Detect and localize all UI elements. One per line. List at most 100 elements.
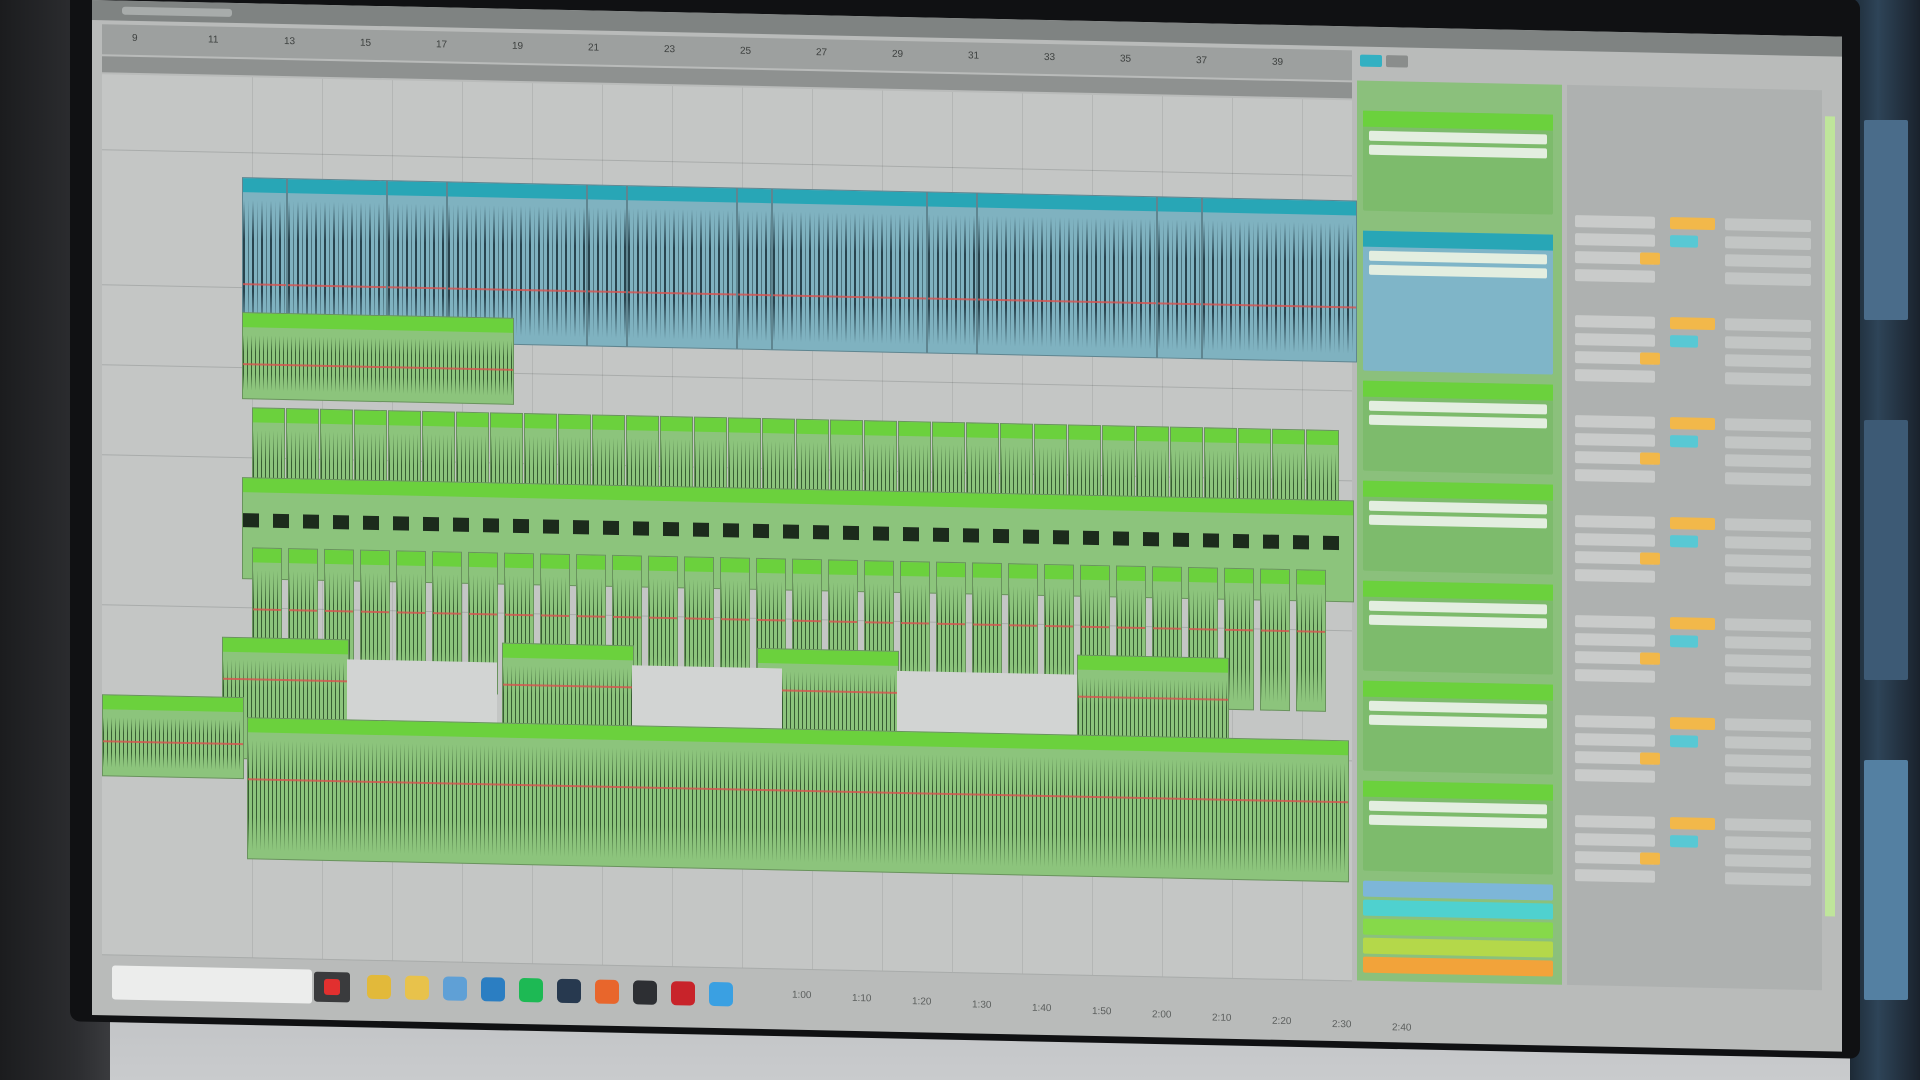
volume-field[interactable] <box>1725 572 1811 587</box>
mixer-control-row[interactable] <box>1575 333 1811 352</box>
mixer-control-row[interactable] <box>1575 451 1811 470</box>
send-knob-field[interactable] <box>1575 615 1655 629</box>
return-track-header[interactable] <box>1363 899 1553 920</box>
spotify-icon[interactable] <box>519 977 543 1003</box>
volume-field[interactable] <box>1725 554 1811 569</box>
mixer-control-row[interactable] <box>1575 615 1811 634</box>
arrangement-clip[interactable] <box>737 187 772 351</box>
tab-arrangement[interactable] <box>1386 55 1408 68</box>
session-slot[interactable] <box>1363 680 1553 775</box>
vertical-scrollbar[interactable] <box>1825 116 1835 917</box>
chrome-icon[interactable] <box>367 974 391 1000</box>
session-slot[interactable] <box>1363 780 1553 875</box>
send-knob-field[interactable] <box>1575 669 1655 683</box>
send-knob-field[interactable] <box>1575 869 1655 883</box>
return-track-header[interactable] <box>1363 956 1553 977</box>
solo-button[interactable] <box>1670 217 1715 230</box>
arrangement-clip[interactable] <box>627 185 737 350</box>
solo-button[interactable] <box>1670 417 1715 430</box>
send-knob-field[interactable] <box>1575 369 1655 383</box>
arrangement-clip[interactable] <box>927 191 977 355</box>
mixer-control-row[interactable] <box>1575 515 1811 534</box>
solo-button[interactable] <box>1670 817 1715 830</box>
arm-button[interactable] <box>1670 235 1698 248</box>
volume-field[interactable] <box>1725 436 1811 451</box>
overview-scrollbar[interactable] <box>122 6 232 17</box>
volume-field[interactable] <box>1725 318 1811 333</box>
mixer-control-row[interactable] <box>1575 351 1811 370</box>
arrangement-view[interactable] <box>102 74 1527 982</box>
volume-field[interactable] <box>1725 836 1811 851</box>
mixer-control-row[interactable] <box>1575 651 1811 670</box>
track-activator[interactable] <box>1640 252 1660 265</box>
mixer-control-row[interactable] <box>1575 851 1811 870</box>
arm-button[interactable] <box>1670 635 1698 648</box>
return-track-header[interactable] <box>1363 880 1553 901</box>
send-knob-field[interactable] <box>1575 769 1655 783</box>
volume-field[interactable] <box>1725 672 1811 687</box>
arm-button[interactable] <box>1670 435 1698 448</box>
record-button[interactable] <box>314 971 350 1003</box>
track-activator[interactable] <box>1640 652 1660 665</box>
volume-field[interactable] <box>1725 236 1811 251</box>
volume-field[interactable] <box>1725 472 1811 487</box>
mixer-section[interactable] <box>1567 84 1822 991</box>
volume-field[interactable] <box>1725 218 1811 233</box>
mixer-control-row[interactable] <box>1575 415 1811 434</box>
return-track-header[interactable] <box>1363 937 1553 958</box>
folder-icon[interactable] <box>405 975 429 1001</box>
arrangement-clip[interactable] <box>772 188 927 354</box>
volume-field[interactable] <box>1725 754 1811 769</box>
volume-field[interactable] <box>1725 654 1811 669</box>
send-knob-field[interactable] <box>1575 833 1655 847</box>
send-knob-field[interactable] <box>1575 715 1655 729</box>
mixer-control-row[interactable] <box>1575 433 1811 452</box>
send-knob-field[interactable] <box>1575 315 1655 329</box>
taskbar-search-input[interactable] <box>112 965 312 1004</box>
arrangement-clip[interactable] <box>1296 569 1326 712</box>
send-knob-field[interactable] <box>1575 269 1655 283</box>
volume-field[interactable] <box>1725 854 1811 869</box>
mixer-control-row[interactable] <box>1575 269 1811 288</box>
arm-button[interactable] <box>1670 535 1698 548</box>
teams-icon[interactable] <box>595 979 619 1005</box>
volume-field[interactable] <box>1725 636 1811 651</box>
mixer-control-row[interactable] <box>1575 833 1811 852</box>
volume-field[interactable] <box>1725 872 1811 887</box>
send-knob-field[interactable] <box>1575 533 1655 547</box>
mixer-control-row[interactable] <box>1575 369 1811 388</box>
solo-button[interactable] <box>1670 317 1715 330</box>
mixer-control-row[interactable] <box>1575 533 1811 552</box>
volume-field[interactable] <box>1725 772 1811 787</box>
track-activator[interactable] <box>1640 352 1660 365</box>
solo-button[interactable] <box>1670 617 1715 630</box>
send-knob-field[interactable] <box>1575 433 1655 447</box>
session-slot[interactable] <box>1363 480 1553 575</box>
send-knob-field[interactable] <box>1575 815 1655 829</box>
solo-button[interactable] <box>1670 717 1715 730</box>
arm-button[interactable] <box>1670 335 1698 348</box>
volume-field[interactable] <box>1725 272 1811 287</box>
arrangement-clip[interactable] <box>587 184 627 348</box>
mixer-control-row[interactable] <box>1575 233 1811 252</box>
mixer-control-row[interactable] <box>1575 569 1811 588</box>
mixer-control-row[interactable] <box>1575 751 1811 770</box>
arrangement-clip[interactable] <box>102 694 244 780</box>
arrangement-clip[interactable] <box>1260 568 1290 712</box>
session-clip-column[interactable] <box>1357 80 1562 985</box>
volume-field[interactable] <box>1725 818 1811 833</box>
session-slot[interactable] <box>1363 230 1553 375</box>
volume-field[interactable] <box>1725 518 1811 533</box>
send-knob-field[interactable] <box>1575 569 1655 583</box>
mixer-control-row[interactable] <box>1575 869 1811 888</box>
session-slot[interactable] <box>1363 380 1553 475</box>
session-view-tabs[interactable] <box>1360 54 1408 68</box>
volume-field[interactable] <box>1725 254 1811 269</box>
solo-button[interactable] <box>1670 517 1715 530</box>
send-knob-field[interactable] <box>1575 215 1655 229</box>
tab-session[interactable] <box>1360 54 1382 68</box>
arrangement-clip[interactable] <box>977 192 1157 359</box>
arrangement-clip[interactable] <box>1157 196 1202 360</box>
mixer-control-row[interactable] <box>1575 669 1811 688</box>
volume-field[interactable] <box>1725 736 1811 751</box>
